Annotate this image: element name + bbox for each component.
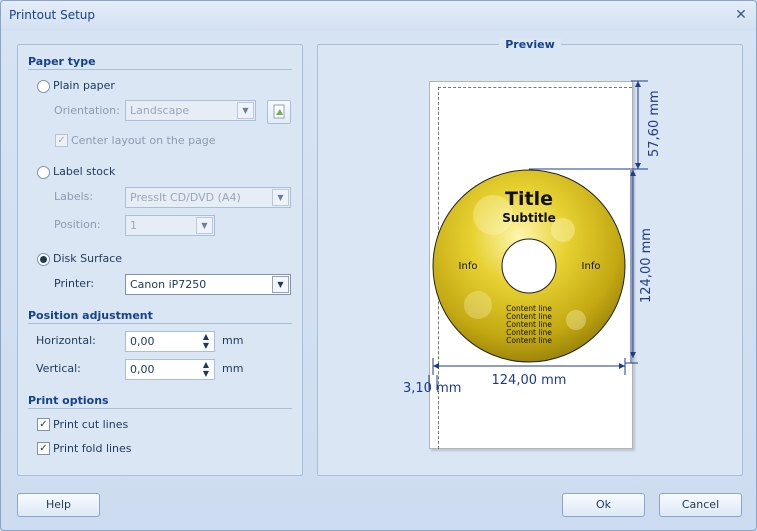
print-cut-lines-label[interactable]: Print cut lines — [53, 418, 128, 431]
disc-content-line: Content line — [506, 336, 552, 345]
disk-surface-label[interactable]: Disk Surface — [53, 252, 122, 265]
arrow-icon — [433, 363, 439, 369]
spin-up-icon[interactable]: ▲ — [201, 361, 211, 369]
divider — [28, 408, 292, 409]
labels-value: PressIt CD/DVD (A4) — [130, 191, 241, 204]
position-select[interactable]: 1 ▼ — [125, 215, 215, 236]
dim-width: 124,00 mm — [492, 373, 567, 388]
orientation-value: Landscape — [130, 104, 190, 117]
disc-hole — [501, 238, 557, 294]
label-stock-label[interactable]: Label stock — [53, 165, 115, 178]
position-adjustment-heading: Position adjustment — [28, 309, 153, 322]
disk-surface-radio[interactable] — [37, 253, 50, 266]
spin-up-icon[interactable]: ▲ — [201, 333, 211, 341]
print-cut-lines-checkbox[interactable]: ✓ — [37, 418, 50, 431]
disc-info-right: Info — [582, 261, 601, 272]
printer-select[interactable]: Canon iP7250 ▼ — [125, 274, 291, 295]
orientation-label: Orientation: — [54, 104, 120, 117]
disc-subtitle: Subtitle — [502, 211, 556, 225]
labels-label: Labels: — [54, 190, 94, 203]
cancel-button[interactable]: Cancel — [659, 493, 742, 517]
vertical-unit: mm — [222, 362, 244, 375]
disc-title: Title — [505, 188, 553, 210]
print-fold-lines-checkbox[interactable]: ✓ — [37, 442, 50, 455]
printer-value: Canon iP7250 — [130, 278, 207, 291]
disc-content-lines: Content lineContent lineContent lineCont… — [506, 304, 552, 345]
sparkle — [464, 291, 492, 319]
ok-button[interactable]: Ok — [562, 493, 645, 517]
horizontal-stepper[interactable]: 0,00 ▲ ▼ — [125, 331, 215, 352]
settings-panel: Paper type Plain paper Orientation: Land… — [17, 44, 303, 476]
dim-top-offset: 57,60 mm — [647, 90, 662, 157]
printer-label: Printer: — [54, 277, 95, 290]
print-fold-lines-label[interactable]: Print fold lines — [53, 442, 132, 455]
plain-paper-radio[interactable] — [37, 80, 50, 93]
center-layout-checkbox[interactable]: ✓ — [55, 134, 68, 147]
arrow-icon — [619, 363, 625, 369]
chevron-down-icon: ▼ — [237, 102, 254, 119]
paper-type-heading: Paper type — [28, 55, 96, 68]
disc-label: Title Subtitle Info Info Content lineCon… — [432, 169, 626, 363]
print-options-heading: Print options — [28, 394, 109, 407]
center-layout-label: Center layout on the page — [71, 134, 216, 147]
horizontal-value: 0,00 — [130, 335, 155, 348]
vertical-stepper[interactable]: 0,00 ▲ ▼ — [125, 359, 215, 380]
position-label: Position: — [54, 218, 101, 231]
spin-down-icon[interactable]: ▼ — [201, 342, 211, 350]
plain-paper-label[interactable]: Plain paper — [53, 79, 115, 92]
divider — [28, 323, 292, 324]
ok-button-label: Ok — [595, 498, 612, 511]
dim-height: 124,00 mm — [639, 228, 654, 303]
close-icon[interactable]: ✕ — [732, 6, 750, 24]
sparkle — [566, 310, 586, 330]
vertical-value: 0,00 — [130, 363, 155, 376]
orientation-select[interactable]: Landscape ▼ — [125, 100, 256, 121]
chevron-down-icon: ▼ — [272, 276, 289, 293]
arrow-icon — [635, 81, 641, 87]
spin-down-icon[interactable]: ▼ — [201, 370, 211, 378]
preview-panel: Preview Title Subtitle Info Info Content… — [317, 38, 743, 476]
printout-setup-dialog: Printout Setup ✕ Paper type Plain paper … — [0, 0, 757, 531]
cancel-button-label: Cancel — [681, 498, 720, 511]
dim-left-offset: 3,10 mm — [403, 381, 461, 396]
help-button[interactable]: Help — [17, 493, 100, 517]
disc-info-left: Info — [459, 261, 478, 272]
arrow-icon — [635, 163, 641, 169]
preview-canvas: Title Subtitle Info Info Content lineCon… — [403, 80, 662, 396]
title-bar: Printout Setup ✕ — [1, 1, 756, 31]
vertical-label: Vertical: — [36, 362, 81, 375]
help-button-label: Help — [45, 498, 72, 511]
position-value: 1 — [130, 219, 137, 232]
chevron-down-icon: ▼ — [272, 189, 289, 206]
label-stock-radio[interactable] — [37, 166, 50, 179]
chevron-down-icon: ▼ — [196, 217, 213, 234]
horizontal-unit: mm — [222, 334, 244, 347]
page-settings-icon — [273, 104, 285, 119]
window-title: Printout Setup — [9, 8, 95, 22]
horizontal-label: Horizontal: — [36, 334, 96, 347]
page-setup-button[interactable] — [267, 100, 291, 124]
labels-select[interactable]: PressIt CD/DVD (A4) ▼ — [125, 187, 291, 208]
divider — [28, 69, 292, 70]
